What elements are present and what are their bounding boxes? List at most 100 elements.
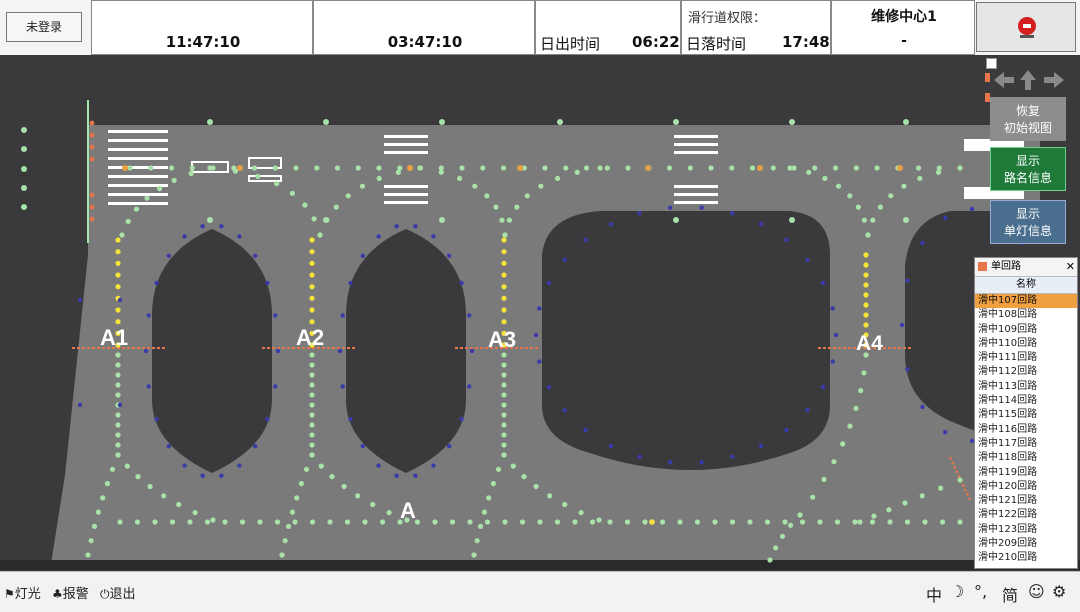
moon-icon[interactable]: ☽ <box>950 582 964 601</box>
lamp[interactable] <box>117 402 123 408</box>
lamp[interactable] <box>176 501 182 508</box>
lamp[interactable] <box>501 249 507 255</box>
lamp[interactable] <box>863 292 869 298</box>
arrow-up-icon[interactable] <box>1018 68 1038 92</box>
lamp[interactable] <box>501 412 507 418</box>
lamp[interactable] <box>376 175 382 181</box>
lamp-edge[interactable] <box>89 132 95 138</box>
lamp[interactable] <box>341 483 347 490</box>
lamp[interactable] <box>166 444 171 449</box>
lamp[interactable] <box>188 170 194 177</box>
lamp[interactable] <box>469 348 475 354</box>
lamp[interactable] <box>309 249 315 255</box>
lamp[interactable] <box>100 495 106 501</box>
lamp[interactable] <box>490 481 496 487</box>
lamp[interactable] <box>337 348 343 354</box>
lamp[interactable] <box>863 302 869 308</box>
lamp[interactable] <box>115 249 121 255</box>
lamp[interactable] <box>938 485 944 491</box>
lamp[interactable] <box>340 384 345 389</box>
lamp[interactable] <box>303 466 310 472</box>
lamp[interactable] <box>501 307 507 313</box>
lamp[interactable] <box>413 473 418 478</box>
lamp[interactable] <box>694 519 701 525</box>
lamp[interactable] <box>88 538 94 544</box>
lamp[interactable] <box>386 510 392 516</box>
lamp[interactable] <box>309 452 315 458</box>
lamp[interactable] <box>784 237 789 243</box>
lamp[interactable] <box>309 295 315 301</box>
lamp[interactable] <box>957 165 963 171</box>
lamp[interactable] <box>583 427 588 433</box>
lamp[interactable] <box>767 557 773 563</box>
lamp[interactable] <box>730 211 735 216</box>
lamp[interactable] <box>329 474 335 480</box>
lamp[interactable] <box>583 165 590 171</box>
lamp[interactable] <box>501 272 507 278</box>
lamp[interactable] <box>608 221 614 227</box>
lamp-mixed[interactable] <box>645 165 651 171</box>
lamp[interactable] <box>115 452 121 458</box>
lamp-mixed[interactable] <box>122 165 128 171</box>
lamp[interactable] <box>255 173 261 179</box>
lamp[interactable] <box>624 519 631 525</box>
lamp[interactable] <box>787 165 793 171</box>
lamp[interactable] <box>863 312 869 318</box>
lamp[interactable] <box>432 519 438 525</box>
lamp[interactable] <box>764 519 771 525</box>
lamp[interactable] <box>863 282 869 288</box>
lamp[interactable] <box>309 352 315 358</box>
lamp[interactable] <box>309 260 315 266</box>
lamp[interactable] <box>345 193 351 199</box>
lamp[interactable] <box>477 523 484 529</box>
lamp[interactable] <box>812 165 818 171</box>
lamp[interactable] <box>905 367 910 372</box>
lamp[interactable] <box>324 217 330 223</box>
lamp[interactable] <box>265 280 270 286</box>
lamp[interactable] <box>362 519 368 525</box>
lamp[interactable] <box>360 444 365 449</box>
lamp[interactable] <box>834 519 841 525</box>
lamp[interactable] <box>323 119 329 125</box>
lamp[interactable] <box>135 474 141 480</box>
lamp[interactable] <box>939 519 946 525</box>
lamp[interactable] <box>562 257 567 262</box>
lamp[interactable] <box>117 519 123 525</box>
lamp[interactable] <box>637 211 642 216</box>
circuit-row[interactable]: 滑中209回路 <box>975 537 1077 551</box>
lamp[interactable] <box>447 253 452 258</box>
lamp[interactable] <box>21 204 27 210</box>
lamp[interactable] <box>309 307 315 313</box>
lamp-edge[interactable] <box>89 144 95 150</box>
lamp[interactable] <box>637 454 642 459</box>
lamp[interactable] <box>501 392 507 398</box>
lamp[interactable] <box>210 517 216 523</box>
lamp[interactable] <box>219 473 224 478</box>
lamp[interactable] <box>673 217 679 223</box>
lamp[interactable] <box>659 519 666 525</box>
alarm-light-button[interactable] <box>976 2 1076 52</box>
lamp[interactable] <box>157 186 163 192</box>
lamp[interactable] <box>115 307 121 313</box>
lamp[interactable] <box>784 427 789 433</box>
lamp[interactable] <box>501 295 507 301</box>
lamp[interactable] <box>501 442 507 448</box>
lamp[interactable] <box>431 463 436 468</box>
lamp[interactable] <box>309 422 315 428</box>
lamp[interactable] <box>115 362 121 368</box>
lamp[interactable] <box>21 166 27 172</box>
lamp[interactable] <box>855 204 862 210</box>
lights-menu[interactable]: ⚑灯光 <box>4 583 41 602</box>
show-circuit-names-button[interactable]: 显示 路名信息 <box>990 147 1066 191</box>
lamp[interactable] <box>830 306 835 311</box>
lamp[interactable] <box>207 119 213 125</box>
lamp-edge[interactable] <box>89 156 95 162</box>
lamp[interactable] <box>317 232 323 238</box>
lamp[interactable] <box>309 362 315 368</box>
lamp[interactable] <box>119 232 125 238</box>
lamp[interactable] <box>333 204 339 210</box>
lamp[interactable] <box>789 217 795 223</box>
lamp[interactable] <box>115 284 121 290</box>
lamp[interactable] <box>348 416 353 422</box>
lamp[interactable] <box>253 444 258 449</box>
